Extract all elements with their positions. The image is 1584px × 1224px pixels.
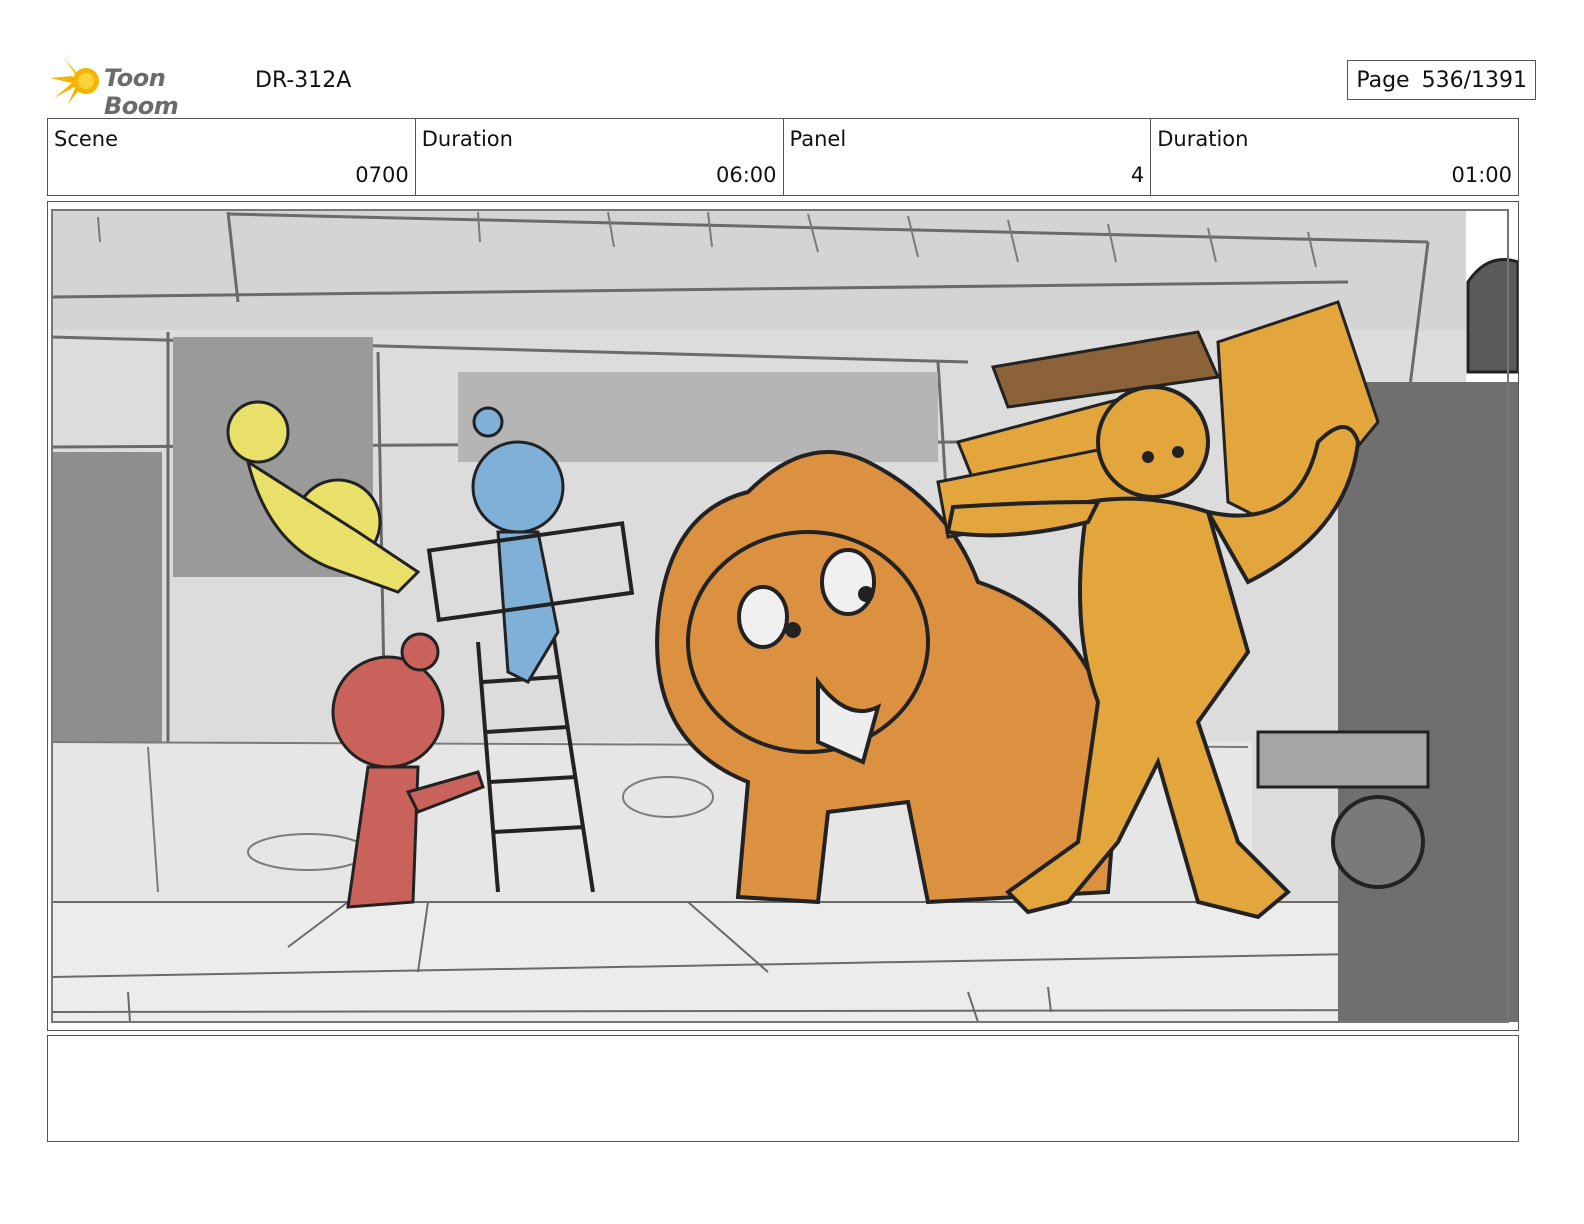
starburst-icon — [50, 58, 99, 104]
panel-cell: Panel 4 — [784, 119, 1152, 195]
panel-value: 4 — [1130, 163, 1145, 187]
storyboard-panel — [47, 201, 1519, 1031]
scene-duration-cell: Duration 06:00 — [416, 119, 784, 195]
panel-duration-cell: Duration 01:00 — [1151, 119, 1518, 195]
panel-notes-box[interactable] — [47, 1035, 1519, 1142]
scene-cell: Scene 0700 — [48, 119, 416, 195]
scene-duration-label: Duration — [421, 127, 513, 151]
page-label: Page — [1356, 67, 1410, 93]
storyboard-sketch — [48, 202, 1518, 1030]
page-indicator: Page 536/1391 — [1347, 60, 1536, 100]
scene-value: 0700 — [355, 163, 409, 187]
logo-text: Toon Boom — [104, 64, 179, 120]
panel-label: Panel — [789, 127, 847, 151]
scene-duration-value: 06:00 — [715, 163, 777, 187]
scene-label: Scene — [54, 127, 119, 151]
page-header: Toon Boom DR-312A Page 536/1391 — [50, 56, 1536, 120]
panel-duration-value: 01:00 — [1451, 163, 1512, 187]
toon-boom-logo: Toon Boom — [50, 56, 240, 120]
panel-info-table: Scene 0700 Duration 06:00 Panel 4 Durati… — [47, 118, 1519, 196]
page-number: 536/1391 — [1421, 67, 1527, 93]
panel-duration-label: Duration — [1157, 127, 1249, 151]
document-id: DR-312A — [255, 68, 352, 93]
